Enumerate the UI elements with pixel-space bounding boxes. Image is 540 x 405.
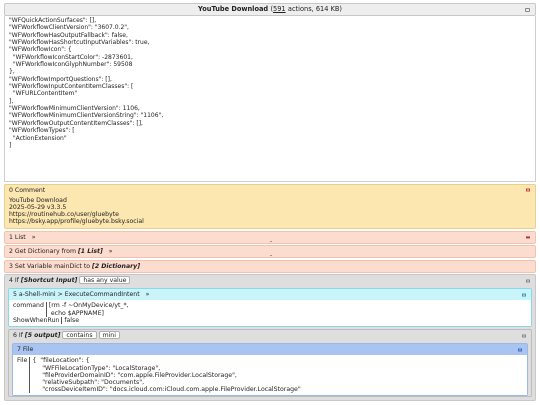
collapse-icon[interactable]	[518, 348, 522, 352]
meta-line: "WFWorkflowIcon": {	[9, 46, 72, 54]
param-row: File { "fileLocation": { "WFFileLocation…	[17, 357, 523, 394]
expand-arrow-icon[interactable]: »	[109, 248, 113, 255]
comment-link[interactable]: https://routinehub.co/user/gluebyte	[9, 211, 531, 218]
comment-line: YouTube Download	[9, 196, 67, 204]
shortcut-viewer: YouTube Download (591 actions, 614 KB) "…	[0, 0, 540, 405]
meta-line: "WFWorkflowMinimumClientVersion": 1106,	[9, 105, 140, 113]
meta-line: "WFWorkflowIconStartColor": -2873601,	[9, 53, 133, 61]
action-set-variable[interactable]: 3 Set Variable mainDict to [2 Dictionary…	[4, 259, 536, 273]
condition-chip[interactable]: has any value	[79, 276, 131, 285]
meta-line: "WFQuickActionSurfaces": [],	[9, 17, 97, 24]
meta-line: "WFWorkflowHasOutputFallback": false,	[9, 31, 128, 39]
command-field[interactable]: [rm -f ~OnMyDevice/yt_*, echo $APPNAME]	[45, 302, 129, 317]
action-if-4[interactable]: 4 If [Shortcut Input] has any value 5 a-…	[4, 274, 536, 402]
expand-arrow-icon[interactable]: »	[32, 234, 36, 241]
meta-line: ]	[9, 141, 12, 149]
action-header: 3 Set Variable mainDict to [2 Dictionary…	[5, 261, 535, 272]
action-header: 5 a-Shell-mini > ExecuteCommandIntent »	[9, 289, 531, 301]
action-header: 2 Get Dictionary from [1 List] »	[5, 246, 535, 257]
param-row: ShowWhenRun false	[13, 316, 527, 325]
action-ashell[interactable]: 5 a-Shell-mini > ExecuteCommandIntent » …	[8, 288, 532, 328]
meta-line: "WFWorkflowImportQuestions": [],	[9, 75, 112, 83]
param-label: ShowWhenRun	[13, 316, 60, 324]
show-when-run-field[interactable]: false	[61, 316, 79, 324]
action-header: 0 Comment	[5, 185, 535, 196]
action-header: 7 File	[13, 344, 527, 356]
action-params: File { "fileLocation": { "WFFileLocation…	[13, 355, 527, 396]
action-title: 6 If	[13, 332, 23, 340]
workflow-metadata: "WFQuickActionSurfaces": [], "WFWorkflow…	[4, 16, 536, 182]
variable-token[interactable]: [2 Dictionary]	[92, 263, 140, 270]
action-comment[interactable]: 0 Comment YouTube Download 2025-05-29 v3…	[4, 183, 536, 230]
action-header: 4 If [Shortcut Input] has any value	[5, 275, 535, 286]
meta-line: ],	[9, 97, 14, 105]
collapse-icon[interactable]	[525, 7, 530, 12]
action-params: command [rm -f ~OnMyDevice/yt_*, echo $A…	[9, 300, 531, 327]
window-title-bar: YouTube Download (591 actions, 614 KB)	[4, 3, 536, 16]
action-title: 1 List	[9, 233, 26, 241]
connector-icon	[270, 240, 272, 242]
action-title: 2 Get Dictionary from	[9, 248, 76, 256]
meta-line: "WFWorkflowIconGlyphNumber": 59508	[9, 61, 133, 69]
title-suffix: actions, 614 KB)	[287, 5, 342, 13]
meta-line: "WFWorkflowOutputContentItemClasses": []…	[9, 119, 143, 127]
action-if-6[interactable]: 6 If [5 output] contains mini 7 File Fil…	[8, 329, 532, 398]
variable-token[interactable]: [Shortcut Input]	[21, 277, 77, 284]
expand-arrow-icon[interactable]: »	[146, 291, 150, 298]
condition-value-chip[interactable]: mini	[98, 331, 120, 340]
meta-line: },	[9, 68, 15, 76]
comment-body: YouTube Download 2025-05-29 v3.3.5 https…	[5, 196, 535, 229]
action-header: 6 If [5 output] contains mini	[9, 330, 531, 341]
meta-line: "WFWorkflowMinimumClientVersionString": …	[9, 112, 164, 120]
action-file[interactable]: 7 File File { "fileLocation": { "WFFileL…	[12, 343, 528, 397]
meta-line: "WFWorkflowTypes": [	[9, 127, 75, 135]
variable-token[interactable]: [1 List]	[78, 248, 103, 255]
action-title: 4 If	[9, 277, 19, 285]
action-title: 7 File	[17, 346, 34, 354]
collapse-icon[interactable]	[526, 188, 530, 192]
action-title: 5 a-Shell-mini > ExecuteCommandIntent	[13, 291, 140, 299]
connector-icon	[270, 255, 272, 257]
param-label: File	[17, 357, 28, 365]
meta-line: "WFWorkflowClientVersion": "3607.0.2",	[9, 24, 129, 32]
action-list[interactable]: 1 List »	[4, 230, 536, 244]
collapse-icon[interactable]	[522, 334, 526, 338]
collapse-icon[interactable]	[526, 279, 530, 283]
meta-line: "ActionExtension"	[9, 134, 67, 142]
meta-line: "WFURLContentItem"	[9, 90, 78, 98]
param-row: command [rm -f ~OnMyDevice/yt_*, echo $A…	[13, 302, 527, 317]
action-count-link[interactable]: 591	[273, 5, 286, 13]
action-header: 1 List »	[5, 232, 535, 243]
minus-icon[interactable]	[526, 236, 530, 238]
window-title: YouTube Download	[198, 5, 269, 13]
variable-token[interactable]: [5 output]	[25, 332, 61, 339]
collapse-icon[interactable]	[522, 293, 526, 297]
comment-link[interactable]: https://bsky.app/profile/gluebyte.bsky.s…	[9, 218, 531, 225]
meta-line: "WFWorkflowInputContentItemClasses": [	[9, 83, 134, 91]
param-label: command	[13, 302, 44, 310]
action-get-dictionary[interactable]: 2 Get Dictionary from [1 List] »	[4, 245, 536, 259]
action-title: 0 Comment	[9, 186, 46, 194]
to-label: to	[83, 262, 91, 270]
meta-line: "WFWorkflowHasShortcutInputVariables": t…	[9, 39, 150, 47]
variable-name[interactable]: mainDict	[54, 263, 82, 270]
file-field[interactable]: { "fileLocation": { "WFFileLocationType"…	[29, 357, 301, 394]
condition-chip[interactable]: contains	[62, 331, 97, 340]
action-title: 3 Set Variable	[9, 262, 53, 270]
comment-line: 2025-05-29 v3.3.5	[9, 203, 67, 211]
